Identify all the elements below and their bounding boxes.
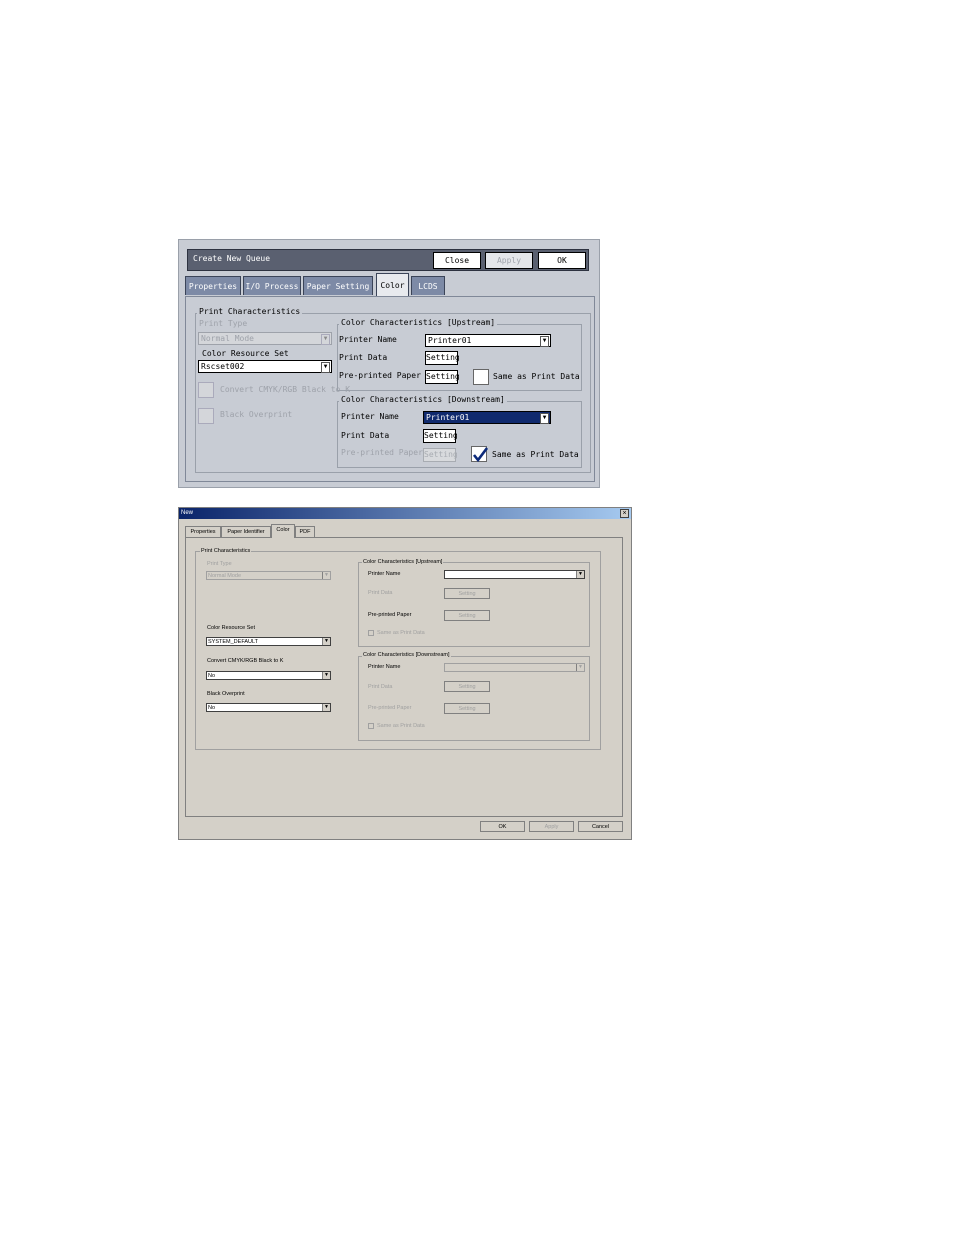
chevron-down-icon: ▼ bbox=[322, 704, 330, 711]
upstream-same-as-checkbox[interactable] bbox=[473, 369, 489, 385]
ok-button[interactable]: OK bbox=[538, 252, 586, 269]
print-type-value: Normal Mode bbox=[201, 334, 254, 343]
apply-button[interactable]: Apply bbox=[529, 821, 574, 832]
color-resource-set-value: Rscset002 bbox=[201, 362, 245, 371]
chevron-down-icon: ▼ bbox=[322, 572, 330, 579]
convert-black-value: No bbox=[208, 673, 216, 679]
upstream-printer-name-label: Printer Name bbox=[339, 335, 397, 344]
downstream-preprinted-setting-button[interactable]: Setting bbox=[423, 448, 458, 462]
convert-black-select[interactable]: No ▼ bbox=[206, 671, 331, 680]
dialog-title: Create New Queue bbox=[193, 254, 271, 263]
upstream-printer-name-select[interactable]: ▼ bbox=[444, 570, 585, 579]
upstream-print-data-label: Print Data bbox=[368, 590, 393, 596]
downstream-preprinted-label: Pre-printed Paper bbox=[368, 705, 412, 711]
upstream-title: Color Characteristics [Upstream] bbox=[339, 318, 498, 327]
color-resource-set-value: SYSTEM_DEFAULT bbox=[208, 639, 259, 645]
convert-black-label: Convert CMYK/RGB Black to K bbox=[207, 658, 284, 664]
upstream-title: Color Characteristics [Upstream] bbox=[362, 559, 444, 565]
black-overprint-value: No bbox=[208, 705, 216, 711]
downstream-same-as-checkbox[interactable] bbox=[471, 446, 488, 463]
tab-io-process[interactable]: I/O Process bbox=[243, 276, 301, 295]
print-type-label: Print Type bbox=[207, 561, 232, 567]
upstream-preprinted-label: Pre-printed Paper bbox=[339, 371, 421, 380]
print-type-value: Normal Mode bbox=[208, 573, 242, 579]
close-button[interactable]: Close bbox=[433, 252, 481, 269]
print-type-select[interactable]: Normal Mode ▼ bbox=[206, 571, 331, 580]
upstream-printer-name-value: Printer01 bbox=[428, 336, 472, 345]
downstream-same-as-label: Same as Print Data bbox=[492, 450, 579, 459]
chevron-down-icon: ▼ bbox=[540, 413, 549, 424]
chevron-down-icon: ▼ bbox=[540, 336, 549, 347]
upstream-print-data-setting-button[interactable]: Setting bbox=[425, 351, 460, 365]
downstream-printer-name-label: Printer Name bbox=[368, 664, 401, 670]
color-resource-set-label: Color Resource Set bbox=[202, 349, 289, 358]
upstream-printer-name-select[interactable]: Printer01 ▼ bbox=[425, 334, 551, 347]
dialog-title-bar: Create New Queue Close Apply OK bbox=[187, 249, 589, 271]
print-type-label: Print Type bbox=[199, 319, 248, 328]
upstream-same-as-checkbox[interactable] bbox=[368, 630, 374, 636]
downstream-printer-name-label: Printer Name bbox=[341, 412, 399, 421]
chevron-down-icon: ▼ bbox=[322, 638, 330, 645]
print-characteristics-title: Print Characteristics bbox=[200, 548, 252, 554]
tab-color[interactable]: Color bbox=[271, 524, 295, 538]
downstream-print-data-label: Print Data bbox=[341, 431, 390, 440]
downstream-printer-name-select[interactable]: ▼ bbox=[444, 663, 585, 672]
color-resource-set-label: Color Resource Set bbox=[207, 625, 255, 631]
color-tab-panel: Print Characteristics Print Type Normal … bbox=[185, 537, 623, 817]
chevron-down-icon: ▼ bbox=[321, 334, 330, 345]
dialog-title: New bbox=[181, 510, 194, 516]
downstream-printer-name-select[interactable]: Printer01 ▼ bbox=[423, 411, 551, 424]
close-icon[interactable]: × bbox=[620, 509, 629, 518]
downstream-printer-name-value: Printer01 bbox=[426, 413, 470, 422]
black-overprint-select[interactable]: No ▼ bbox=[206, 703, 331, 712]
convert-black-checkbox[interactable] bbox=[198, 382, 214, 398]
color-resource-set-select[interactable]: SYSTEM_DEFAULT ▼ bbox=[206, 637, 331, 646]
downstream-title: Color Characteristics [Downstream] bbox=[362, 652, 451, 658]
chevron-down-icon: ▼ bbox=[576, 664, 584, 671]
downstream-title: Color Characteristics [Downstream] bbox=[339, 395, 507, 404]
tab-paper-identifier[interactable]: Paper Identifier bbox=[221, 526, 271, 537]
tab-properties[interactable]: Properties bbox=[185, 526, 221, 537]
ok-button[interactable]: OK bbox=[480, 821, 525, 832]
downstream-print-data-label: Print Data bbox=[368, 684, 393, 690]
upstream-print-data-label: Print Data bbox=[339, 353, 388, 362]
apply-button[interactable]: Apply bbox=[485, 252, 533, 269]
downstream-print-data-setting-button[interactable]: Setting bbox=[423, 429, 458, 443]
convert-black-label: Convert CMYK/RGB Black to K bbox=[220, 385, 351, 394]
tab-properties[interactable]: Properties bbox=[185, 276, 241, 295]
chevron-down-icon: ▼ bbox=[576, 571, 584, 578]
color-resource-set-select[interactable]: Rscset002 ▼ bbox=[198, 360, 332, 373]
downstream-same-as-checkbox[interactable] bbox=[368, 723, 374, 729]
tab-paper-setting[interactable]: Paper Setting bbox=[303, 276, 373, 295]
tab-pdf[interactable]: PDF bbox=[295, 526, 315, 537]
create-new-queue-dialog: Create New Queue Close Apply OK Properti… bbox=[178, 239, 600, 488]
upstream-print-data-setting-button[interactable]: Setting bbox=[444, 588, 490, 599]
print-characteristics-title: Print Characteristics bbox=[197, 307, 303, 316]
chevron-down-icon: ▼ bbox=[321, 362, 330, 373]
dialog-title-bar: New × bbox=[179, 508, 631, 519]
upstream-preprinted-setting-button[interactable]: Setting bbox=[444, 610, 490, 621]
print-type-select[interactable]: Normal Mode ▼ bbox=[198, 332, 332, 345]
downstream-preprinted-label: Pre-printed Paper bbox=[341, 448, 423, 457]
new-dialog: New × Properties Paper Identifier Color … bbox=[178, 507, 632, 840]
upstream-printer-name-label: Printer Name bbox=[368, 571, 401, 577]
chevron-down-icon: ▼ bbox=[322, 672, 330, 679]
downstream-same-as-label: Same as Print Data bbox=[377, 723, 425, 729]
upstream-same-as-label: Same as Print Data bbox=[377, 630, 425, 636]
upstream-preprinted-label: Pre-printed Paper bbox=[368, 612, 412, 618]
cancel-button[interactable]: Cancel bbox=[578, 821, 623, 832]
upstream-same-as-label: Same as Print Data bbox=[493, 372, 580, 381]
downstream-print-data-setting-button[interactable]: Setting bbox=[444, 681, 490, 692]
black-overprint-label: Black Overprint bbox=[207, 691, 245, 697]
black-overprint-label: Black Overprint bbox=[220, 410, 293, 419]
tab-lcds[interactable]: LCDS bbox=[411, 276, 445, 295]
upstream-preprinted-setting-button[interactable]: Setting bbox=[425, 370, 460, 384]
tab-color[interactable]: Color bbox=[376, 273, 409, 296]
check-icon bbox=[472, 447, 488, 463]
black-overprint-checkbox[interactable] bbox=[198, 408, 214, 424]
color-tab-panel: Print Characteristics Print Type Normal … bbox=[185, 296, 595, 482]
downstream-preprinted-setting-button[interactable]: Setting bbox=[444, 703, 490, 714]
